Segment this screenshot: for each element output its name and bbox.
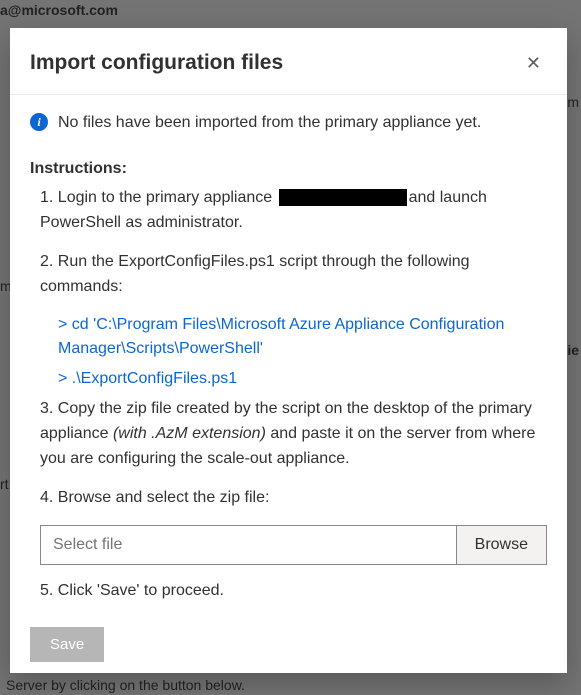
- instruction-step-1: 1. Login to the primary appliance and la…: [30, 186, 547, 236]
- command-run: > .\ExportConfigFiles.ps1: [30, 367, 547, 391]
- info-icon: i: [30, 113, 48, 131]
- bg-email-fragment: a@microsoft.com: [0, 2, 118, 18]
- bg-text-fragment: Server by clicking on the button below.: [6, 677, 245, 693]
- file-picker: Browse: [40, 525, 547, 565]
- close-icon: ✕: [526, 53, 541, 73]
- bg-text-fragment: rt: [0, 476, 9, 492]
- instruction-step-4: 4. Browse and select the zip file:: [30, 486, 547, 511]
- step3-extension: (with .AzM extension): [113, 425, 266, 442]
- info-banner: i No files have been imported from the p…: [30, 111, 547, 134]
- close-button[interactable]: ✕: [520, 50, 547, 76]
- bg-text-fragment: ie: [567, 342, 579, 358]
- info-text: No files have been imported from the pri…: [58, 111, 481, 134]
- dialog-header: Import configuration files ✕: [10, 28, 567, 95]
- instruction-step-3: 3. Copy the zip file created by the scri…: [30, 397, 547, 471]
- browse-button[interactable]: Browse: [456, 525, 547, 565]
- instruction-step-5: 5. Click 'Save' to proceed.: [30, 579, 547, 604]
- redacted-text: [279, 189, 407, 206]
- instructions-heading: Instructions:: [30, 160, 547, 178]
- import-config-dialog: Import configuration files ✕ i No files …: [10, 28, 567, 673]
- command-cd: > cd 'C:\Program Files\Microsoft Azure A…: [30, 313, 547, 361]
- save-button[interactable]: Save: [30, 627, 104, 662]
- step1-text-a: 1. Login to the primary appliance: [40, 189, 277, 206]
- dialog-title: Import configuration files: [30, 51, 283, 75]
- file-input[interactable]: [40, 525, 456, 565]
- dialog-body: i No files have been imported from the p…: [10, 95, 567, 673]
- instruction-step-2: 2. Run the ExportConfigFiles.ps1 script …: [30, 250, 547, 300]
